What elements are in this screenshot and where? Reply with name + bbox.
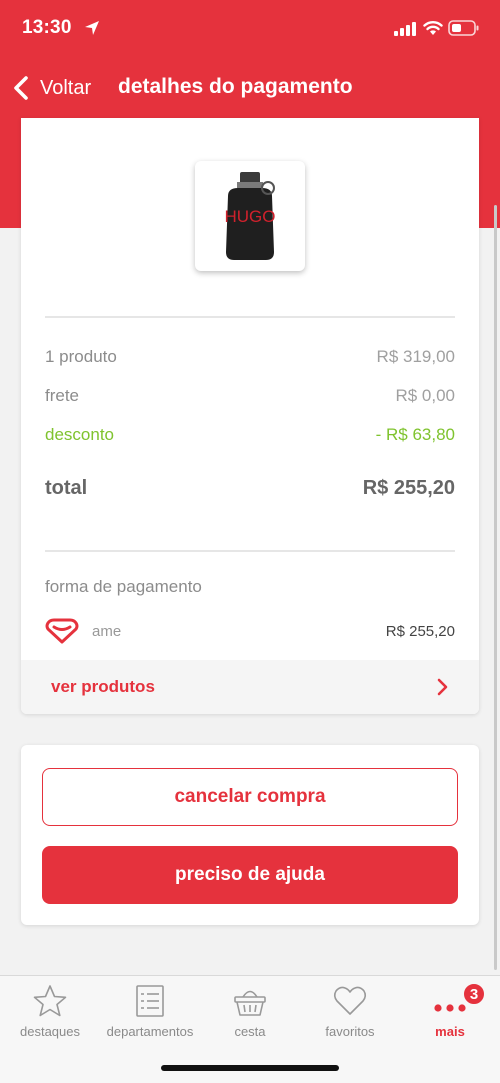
discount-label: desconto bbox=[45, 425, 114, 444]
navigation-bar: Voltar detalhes do pagamento bbox=[0, 70, 500, 110]
products-label: 1 produto bbox=[45, 347, 117, 366]
scrollbar[interactable] bbox=[494, 205, 497, 970]
tab-label: departamentos bbox=[106, 1024, 194, 1039]
tab-destaques[interactable]: destaques bbox=[0, 976, 100, 1046]
basket-icon bbox=[234, 990, 266, 1016]
tab-label: favoritos bbox=[325, 1024, 375, 1039]
tab-cesta[interactable]: cesta bbox=[200, 976, 300, 1046]
shipping-label: frete bbox=[45, 386, 80, 405]
cellular-signal-icon bbox=[394, 22, 416, 36]
tab-label: destaques bbox=[20, 1024, 80, 1039]
summary-row-products: 1 produto R$ 319,00 bbox=[45, 347, 455, 367]
payment-method-name: ame bbox=[92, 622, 122, 640]
see-products-button[interactable]: ver produtos bbox=[21, 660, 479, 714]
shipping-value: R$ 0,00 bbox=[395, 386, 455, 405]
divider bbox=[45, 316, 455, 318]
notification-badge: 3 bbox=[462, 982, 486, 1006]
divider bbox=[45, 550, 455, 552]
page-title: detalhes do pagamento bbox=[118, 75, 353, 98]
ame-logo-icon bbox=[45, 618, 79, 644]
summary-row-shipping: frete R$ 0,00 bbox=[45, 386, 455, 406]
tab-favoritos[interactable]: favoritos bbox=[300, 976, 400, 1046]
status-bar: 13:30 bbox=[0, 0, 500, 60]
star-icon bbox=[33, 985, 67, 1017]
status-time: 13:30 bbox=[22, 17, 72, 38]
discount-value: - R$ 63,80 bbox=[375, 425, 455, 444]
perfume-bottle-icon: HUGO bbox=[225, 172, 276, 260]
tab-departamentos[interactable]: departamentos bbox=[100, 976, 200, 1046]
products-value: R$ 319,00 bbox=[376, 347, 455, 366]
tab-label: cesta bbox=[234, 1024, 266, 1039]
total-label: total bbox=[45, 477, 88, 499]
back-button[interactable]: Voltar bbox=[10, 70, 91, 106]
total-value: R$ 255,20 bbox=[362, 477, 455, 499]
chevron-left-icon bbox=[14, 76, 28, 100]
product-image[interactable]: HUGO bbox=[195, 161, 305, 271]
help-button[interactable]: preciso de ajuda bbox=[42, 846, 458, 904]
tab-label: mais bbox=[435, 1024, 465, 1039]
location-arrow-icon bbox=[85, 21, 99, 35]
payment-method-row: ame R$ 255,20 bbox=[45, 616, 455, 646]
payment-method-heading: forma de pagamento bbox=[45, 577, 202, 596]
battery-icon bbox=[448, 20, 479, 36]
chevron-right-icon bbox=[437, 678, 448, 696]
list-icon bbox=[136, 985, 164, 1017]
summary-row-total: total R$ 255,20 bbox=[45, 477, 455, 500]
wifi-icon bbox=[423, 21, 443, 35]
actions-card: cancelar compra preciso de ajuda bbox=[21, 745, 479, 925]
summary-row-discount: desconto - R$ 63,80 bbox=[45, 425, 455, 445]
tab-mais[interactable]: 3 mais bbox=[400, 976, 500, 1046]
product-brand-text: HUGO bbox=[225, 207, 276, 226]
back-label: Voltar bbox=[40, 76, 92, 99]
home-indicator[interactable] bbox=[161, 1065, 339, 1071]
cancel-purchase-button[interactable]: cancelar compra bbox=[42, 768, 458, 826]
heart-icon bbox=[333, 986, 367, 1015]
see-products-label: ver produtos bbox=[51, 677, 155, 696]
payment-amount: R$ 255,20 bbox=[385, 622, 455, 640]
payment-details-card: HUGO 1 produto R$ 319,00 frete R$ 0,00 d… bbox=[21, 118, 479, 714]
